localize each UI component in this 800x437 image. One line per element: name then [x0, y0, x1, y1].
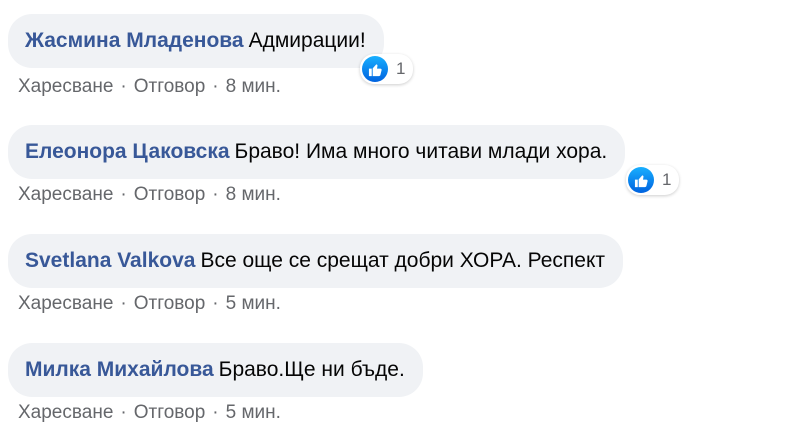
separator: · [212, 293, 219, 314]
comment-author-link[interactable]: Елеонора Цаковска [25, 140, 230, 163]
timestamp-link[interactable]: 5 мин. [226, 402, 281, 423]
timestamp-link[interactable]: 5 мин. [226, 293, 281, 314]
separator: · [120, 402, 127, 423]
separator: · [120, 76, 127, 97]
comment-bubble: Svetlana Valkova Все още се срещат добри … [8, 234, 624, 288]
separator: · [120, 184, 127, 205]
reaction-summary[interactable]: 1 [626, 165, 680, 195]
reply-link[interactable]: Отговор [134, 184, 206, 205]
reply-link[interactable]: Отговор [134, 76, 206, 97]
comment-actions: Харесване · Отговор · 8 мин. [18, 75, 281, 99]
comment-bubble: Елеонора Цаковска Браво! Има много читави… [8, 125, 680, 195]
comment: Елеонора Цаковска Браво! Има много читави… [8, 125, 680, 195]
comment-text: Браво.Ще ни бъде. [218, 358, 405, 381]
comment-bubble: Жасмина Младенова Адмирации! 1 [8, 14, 414, 84]
separator: · [212, 402, 219, 423]
comment-author-link[interactable]: Милка Михайлова [25, 358, 214, 381]
separator: · [212, 76, 219, 97]
separator: · [212, 184, 219, 205]
comment: Милка Михайлова Браво.Ще ни бъде. [8, 343, 423, 397]
comment-bubble: Милка Михайлова Браво.Ще ни бъде. [8, 343, 423, 397]
comment: Жасмина Младенова Адмирации! 1 [8, 14, 414, 84]
comment-actions: Харесване · Отговор · 5 мин. [18, 292, 281, 316]
comment-text: Адмирации! [248, 29, 366, 52]
comment-text: Браво! Има много читави млади хора. [234, 140, 608, 163]
timestamp-link[interactable]: 8 мин. [226, 76, 281, 97]
comment: Svetlana Valkova Все още се срещат добри … [8, 234, 624, 288]
comment-actions: Харесване · Отговор · 8 мин. [18, 183, 281, 207]
like-link[interactable]: Харесване [18, 184, 113, 205]
reaction-count: 1 [396, 59, 406, 78]
comment-author-link[interactable]: Svetlana Valkova [25, 249, 195, 272]
reaction-count: 1 [662, 170, 672, 189]
like-icon [628, 167, 654, 193]
like-icon [362, 56, 388, 82]
like-link[interactable]: Харесване [18, 402, 113, 423]
separator: · [120, 293, 127, 314]
like-link[interactable]: Харесване [18, 76, 113, 97]
reply-link[interactable]: Отговор [134, 402, 206, 423]
reply-link[interactable]: Отговор [134, 293, 206, 314]
comment-author-link[interactable]: Жасмина Младенова [25, 29, 244, 52]
comment-text: Все още се срещат добри ХОРА. Респект [200, 249, 606, 272]
comment-actions: Харесване · Отговор · 5 мин. [18, 401, 281, 425]
timestamp-link[interactable]: 8 мин. [226, 184, 281, 205]
like-link[interactable]: Харесване [18, 293, 113, 314]
reaction-summary[interactable]: 1 [360, 54, 414, 84]
